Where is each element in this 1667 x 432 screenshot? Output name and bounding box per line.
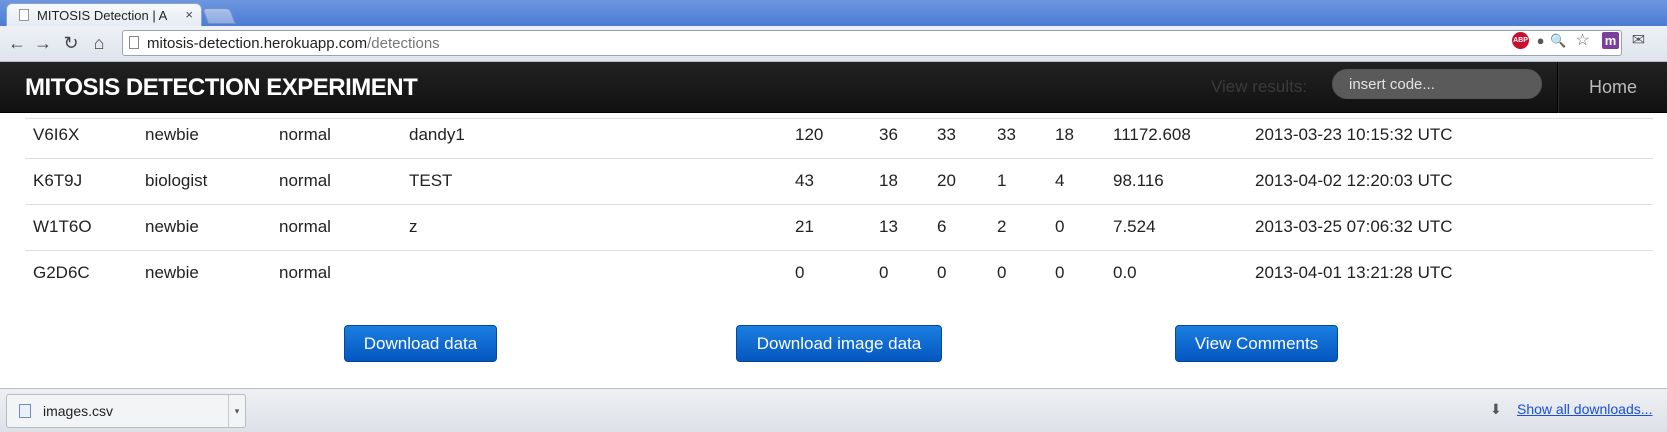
app-navbar: MITOSIS DETECTION EXPERIMENT View result… (0, 62, 1667, 113)
tab-strip: MITOSIS Detection | A × (0, 0, 1667, 26)
table-row: V6I6X newbie normal dandy1 120 36 33 33 … (25, 113, 1653, 159)
table-row: K6T9J biologist normal TEST 43 18 20 1 4… (25, 159, 1653, 205)
cell-code: G2D6C (33, 263, 90, 282)
chevron-down-icon[interactable]: ▾ (228, 395, 245, 427)
page-icon (129, 36, 139, 49)
cell-mode: normal (279, 263, 331, 282)
cell-value: 0 (1055, 217, 1065, 236)
cell-name: z (409, 217, 418, 236)
cell-value: 18 (1055, 125, 1074, 144)
reload-icon[interactable]: ↻ (60, 32, 82, 54)
new-tab-button[interactable] (202, 8, 236, 24)
cell-score: 7.524 (1113, 217, 1156, 236)
browser-window: MITOSIS Detection | A × ← → ↻ ⌂ mitosis-… (0, 0, 1667, 432)
cell-value: 0 (879, 263, 889, 282)
download-data-button[interactable]: Download data (344, 325, 497, 362)
cell-value: 33 (937, 125, 956, 144)
download-file-name: images.csv (43, 403, 114, 419)
bulb-extension-icon[interactable]: ● (1532, 32, 1549, 49)
cell-value: 0 (795, 263, 805, 282)
cell-value: 20 (937, 171, 956, 190)
cell-value: 6 (937, 217, 947, 236)
cell-timestamp: 2013-03-23 10:15:32 UTC (1255, 125, 1453, 144)
cell-value: 2 (997, 217, 1007, 236)
adblock-icon[interactable]: ABP (1512, 32, 1529, 49)
browser-toolbar: ← → ↻ ⌂ mitosis-detection.herokuapp.com/… (0, 26, 1667, 62)
mendeley-extension-icon[interactable]: m (1602, 32, 1619, 49)
download-bar: images.csv ▾ ⬇ Show all downloads... (0, 388, 1667, 432)
cell-value: 1 (997, 171, 1007, 190)
brand-title[interactable]: MITOSIS DETECTION EXPERIMENT (25, 74, 418, 102)
cell-value: 120 (795, 125, 824, 144)
cell-value: 0 (997, 263, 1007, 282)
table-row: G2D6C newbie normal 0 0 0 0 0 0.0 2013-0… (25, 251, 1653, 297)
results-code-input[interactable] (1332, 69, 1542, 99)
cell-code: V6I6X (33, 125, 80, 144)
forward-arrow-icon[interactable]: → (32, 32, 54, 54)
cell-name: TEST (409, 171, 453, 190)
view-results-label: View results: (1211, 77, 1308, 96)
url-host: mitosis-detection.herokuapp.com (147, 35, 368, 52)
navbar-divider (1557, 62, 1558, 113)
cell-mode: normal (279, 171, 331, 190)
cell-score: 11172.608 (1113, 125, 1191, 144)
cell-value: 0 (937, 263, 947, 282)
cell-value: 43 (795, 171, 814, 190)
cell-mode: normal (279, 125, 331, 144)
bookmark-star-icon[interactable]: ☆ (1574, 32, 1591, 49)
csv-file-icon (19, 404, 31, 418)
cell-level: newbie (145, 263, 199, 282)
page-favicon-icon (19, 9, 29, 21)
url-text: mitosis-detection.herokuapp.com/detectio… (147, 35, 440, 52)
cell-code: W1T6O (33, 217, 92, 236)
cell-name: dandy1 (409, 125, 465, 144)
cell-score: 0.0 (1113, 263, 1137, 282)
address-bar[interactable]: mitosis-detection.herokuapp.com/detectio… (122, 30, 1622, 56)
cell-value: 13 (879, 217, 898, 236)
table-row: W1T6O newbie normal z 21 13 6 2 0 7.524 … (25, 205, 1653, 251)
cell-mode: normal (279, 217, 331, 236)
download-arrow-icon: ⬇ (1490, 401, 1502, 417)
tab-title: MITOSIS Detection | A (37, 8, 168, 23)
cell-timestamp: 2013-04-02 12:20:03 UTC (1255, 171, 1453, 190)
cell-value: 0 (1055, 263, 1065, 282)
cell-value: 18 (879, 171, 898, 190)
cell-value: 36 (879, 125, 898, 144)
show-all-downloads-link[interactable]: Show all downloads... (1517, 401, 1652, 417)
cell-timestamp: 2013-04-01 13:21:28 UTC (1255, 263, 1453, 282)
download-item[interactable]: images.csv ▾ (6, 394, 246, 428)
cell-score: 98.116 (1113, 171, 1164, 190)
download-image-data-button[interactable]: Download image data (736, 325, 942, 362)
cell-value: 4 (1055, 171, 1065, 190)
cell-value: 33 (997, 125, 1016, 144)
cell-level: newbie (145, 217, 199, 236)
back-arrow-icon[interactable]: ← (6, 32, 28, 54)
cell-timestamp: 2013-03-25 07:06:32 UTC (1255, 217, 1453, 236)
url-path: /detections (367, 35, 440, 52)
cell-value: 21 (795, 217, 814, 236)
cell-level: biologist (145, 171, 208, 190)
cell-code: K6T9J (33, 171, 83, 190)
cell-level: newbie (145, 125, 199, 144)
mail-extension-icon[interactable]: ✉ (1630, 32, 1647, 49)
view-comments-button[interactable]: View Comments (1175, 325, 1338, 362)
close-tab-icon[interactable]: × (185, 7, 193, 22)
zoom-icon[interactable]: 🔍 (1550, 32, 1567, 49)
home-icon[interactable]: ⌂ (88, 32, 110, 54)
home-link[interactable]: Home (1589, 77, 1637, 98)
browser-tab[interactable]: MITOSIS Detection | A × (6, 3, 202, 26)
